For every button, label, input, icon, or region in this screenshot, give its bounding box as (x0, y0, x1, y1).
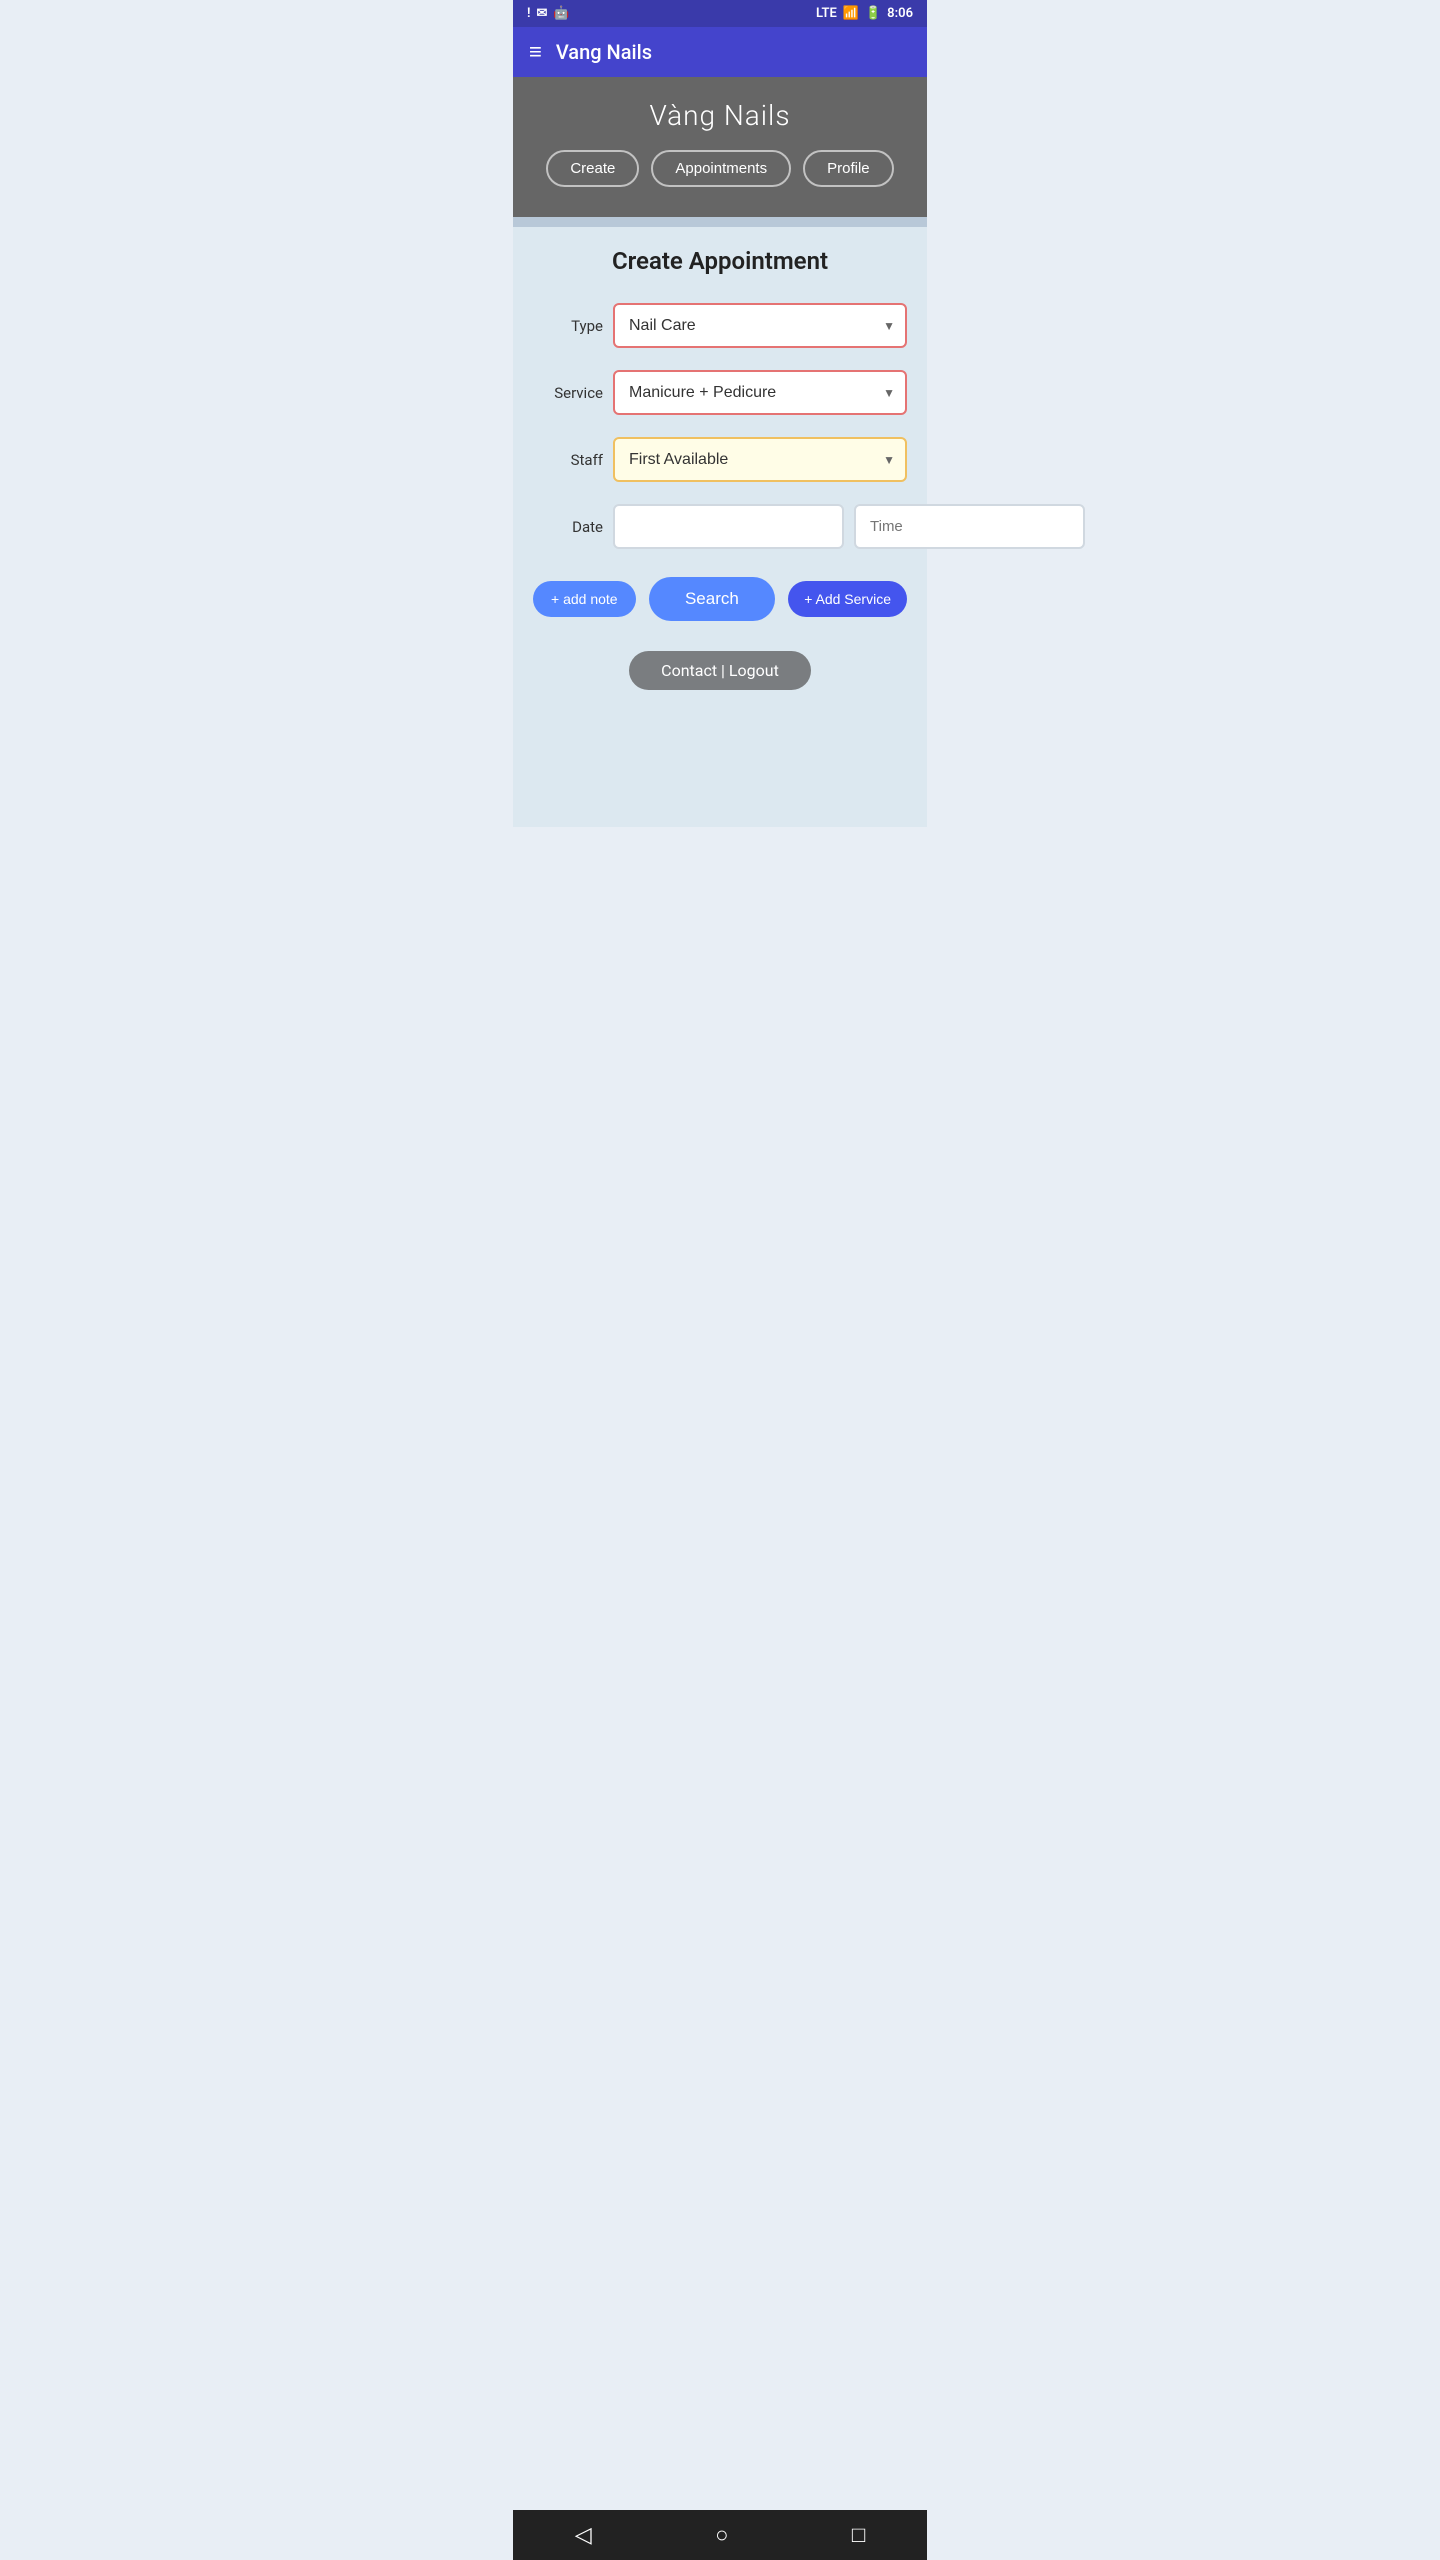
footer-links[interactable]: Contact | Logout (629, 651, 811, 690)
appointments-button[interactable]: Appointments (651, 150, 791, 187)
nav-bar: ≡ Vang Nails (513, 27, 927, 77)
type-select-wrapper: Nail Care Hair Spa ▼ (613, 303, 907, 348)
notification-icon: ! (527, 6, 530, 21)
status-left-icons: ! ✉ 🤖 (527, 6, 570, 21)
home-icon[interactable]: ○ (715, 2522, 728, 2548)
date-input[interactable] (613, 504, 844, 549)
nav-title: Vang Nails (556, 40, 652, 64)
hamburger-menu-icon[interactable]: ≡ (529, 39, 542, 65)
staff-label: Staff (533, 451, 603, 469)
android-icon: 🤖 (553, 6, 569, 21)
type-select[interactable]: Nail Care Hair Spa (613, 303, 907, 348)
service-select-wrapper: Manicure + Pedicure Manicure Pedicure ▼ (613, 370, 907, 415)
add-service-button[interactable]: + Add Service (788, 581, 907, 617)
search-button[interactable]: Search (649, 577, 775, 621)
date-row: Date (533, 504, 907, 549)
footer: Contact | Logout (533, 651, 907, 690)
divider (513, 217, 927, 227)
status-right-icons: LTE 📶 🔋 8:06 (816, 6, 913, 21)
time-input[interactable] (854, 504, 1085, 549)
type-row: Type Nail Care Hair Spa ▼ (533, 303, 907, 348)
profile-button[interactable]: Profile (803, 150, 894, 187)
contact-link[interactable]: Contact (661, 661, 717, 680)
lte-icon: LTE (816, 6, 837, 21)
message-icon: ✉ (536, 6, 547, 21)
header-buttons: Create Appointments Profile (546, 150, 893, 187)
logout-link[interactable]: Logout (729, 661, 779, 680)
staff-select[interactable]: First Available Staff 1 Staff 2 (613, 437, 907, 482)
signal-icon: 📶 (843, 6, 859, 21)
service-label: Service (533, 384, 603, 402)
service-select[interactable]: Manicure + Pedicure Manicure Pedicure (613, 370, 907, 415)
date-label: Date (533, 518, 603, 536)
bottom-nav: ◁ ○ □ (513, 2510, 927, 2560)
main-content: Create Appointment Type Nail Care Hair S… (513, 227, 927, 827)
add-note-button[interactable]: + add note (533, 581, 636, 617)
back-icon[interactable]: ◁ (575, 2523, 592, 2548)
staff-row: Staff First Available Staff 1 Staff 2 ▼ (533, 437, 907, 482)
form-title: Create Appointment (533, 247, 907, 275)
footer-separator: | (721, 661, 729, 680)
status-bar: ! ✉ 🤖 LTE 📶 🔋 8:06 (513, 0, 927, 27)
staff-select-wrapper: First Available Staff 1 Staff 2 ▼ (613, 437, 907, 482)
recents-icon[interactable]: □ (852, 2522, 865, 2548)
clock: 8:06 (887, 6, 913, 21)
header-section: Vàng Nails Create Appointments Profile (513, 77, 927, 217)
type-label: Type (533, 317, 603, 335)
salon-name: Vàng Nails (649, 99, 790, 132)
battery-icon: 🔋 (865, 6, 881, 21)
bottom-buttons: + add note Search + Add Service (533, 577, 907, 621)
service-row: Service Manicure + Pedicure Manicure Ped… (533, 370, 907, 415)
create-button[interactable]: Create (546, 150, 639, 187)
